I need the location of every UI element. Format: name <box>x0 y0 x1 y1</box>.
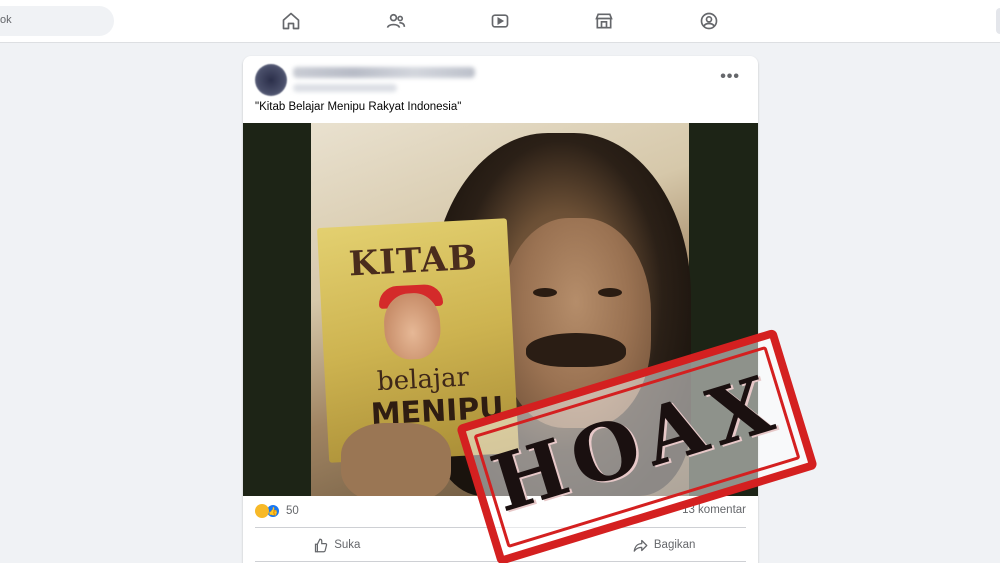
book-face-illustration <box>382 291 442 361</box>
author-name-blurred[interactable] <box>293 67 475 78</box>
avatar[interactable] <box>255 64 287 96</box>
book-subtitle: belajar <box>376 362 470 398</box>
store-icon[interactable] <box>593 10 615 32</box>
post-caption: "Kitab Belajar Menipu Rakyat Indonesia" <box>255 101 462 113</box>
book-title: KITAB <box>347 237 479 285</box>
mustache-shape <box>526 333 626 367</box>
friends-icon[interactable] <box>385 10 407 32</box>
search-input[interactable]: ok <box>0 6 114 36</box>
share-icon <box>633 539 648 552</box>
reactions-summary[interactable]: 👍 50 <box>255 504 299 518</box>
home-icon[interactable] <box>280 10 302 32</box>
right-eye <box>598 288 622 297</box>
left-eye <box>533 288 557 297</box>
hand-shape <box>341 423 451 496</box>
post-time-blurred <box>293 84 397 92</box>
thumbs-up-icon <box>315 538 328 552</box>
share-button[interactable]: Bagikan <box>582 531 746 559</box>
more-icon[interactable]: ••• <box>720 68 740 86</box>
gaming-icon[interactable] <box>698 10 720 32</box>
top-navigation-bar: ok <box>0 0 1000 43</box>
search-text: ok <box>0 14 12 26</box>
reaction-count: 50 <box>286 505 299 517</box>
share-label: Bagikan <box>653 539 696 551</box>
menu-button-edge[interactable] <box>996 8 1000 34</box>
like-button[interactable]: Suka <box>255 531 419 559</box>
haha-icon <box>255 504 269 518</box>
like-label: Suka <box>334 539 361 551</box>
video-icon[interactable] <box>489 10 511 32</box>
